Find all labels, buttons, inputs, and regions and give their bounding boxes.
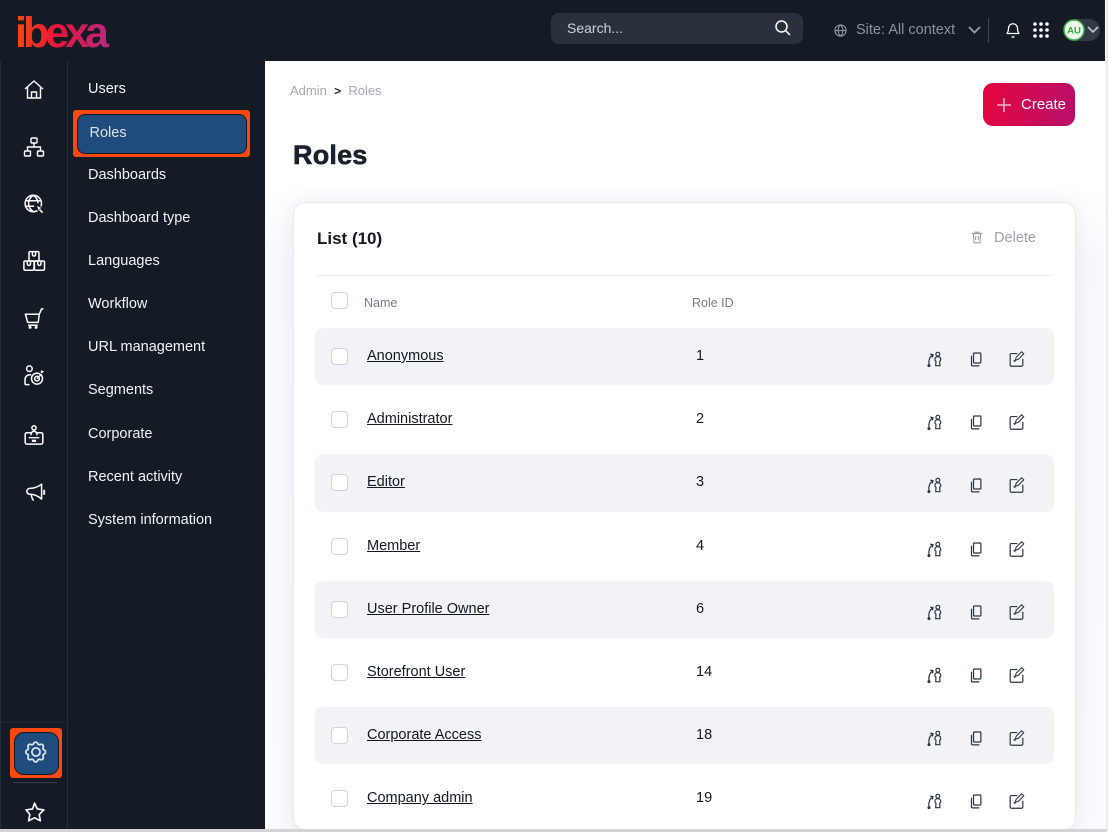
svg-text:AU: AU xyxy=(1067,25,1081,36)
svg-text:ibexa: ibexa xyxy=(15,9,110,56)
